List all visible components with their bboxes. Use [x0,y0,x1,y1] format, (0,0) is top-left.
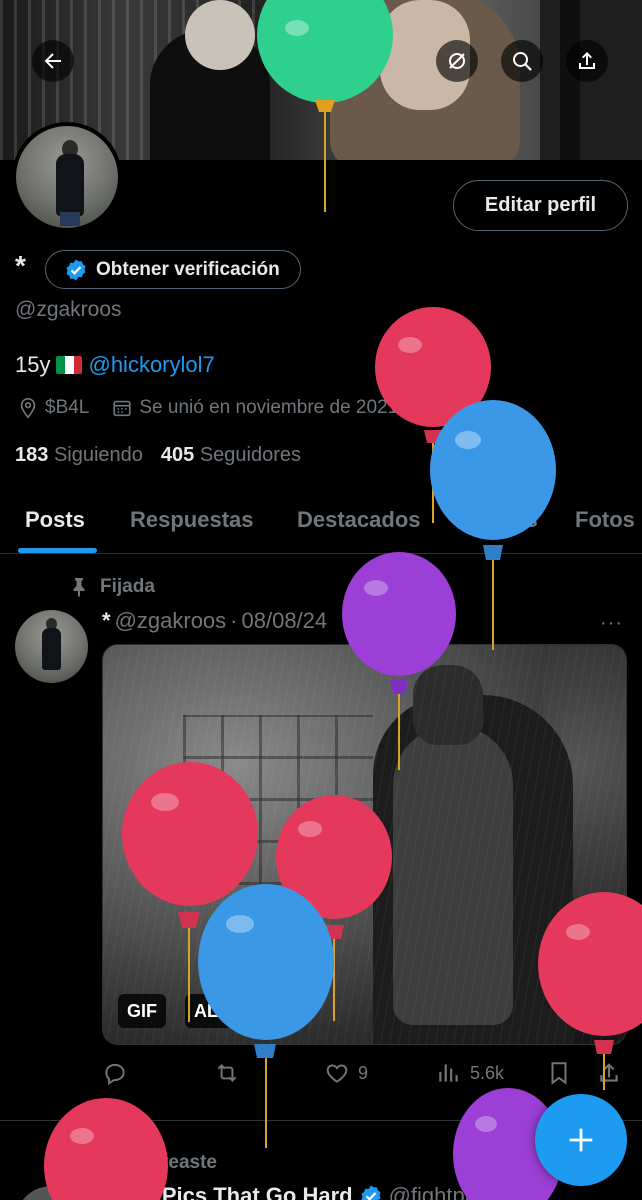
post-header: * @zgakroos · 08/08/24 [102,608,327,634]
next-post-time[interactable]: 1d [511,1183,535,1200]
views-count: 5.6k [470,1062,505,1083]
bio-mention-link[interactable]: @hickorylol7 [88,352,214,378]
verified-badge-icon [66,259,86,280]
next-post-header: Fight Pics That Go Hard @fightpics · 1d [102,1183,535,1200]
following-count: 183 [15,444,49,466]
profile-location: $B4L [45,397,90,418]
next-post-author-name[interactable]: Fight Pics That Go Hard [102,1183,353,1200]
followers-count: 405 [160,444,195,466]
share-icon [600,1063,618,1082]
edit-profile-button[interactable]: Editar perfil [453,180,628,231]
reply-icon [105,1063,125,1086]
banner-figure-head [185,0,255,70]
share-icon [579,52,595,69]
repost-label: Reposteaste [104,1152,217,1173]
profile-handle: @zgakroos [15,298,122,321]
active-tab-indicator [18,548,97,553]
profile-joined-date: Se unió en noviembre de 2021 [139,397,399,418]
search-button[interactable] [501,40,543,82]
tab-videos[interactable]: Videos [466,507,538,533]
search-icon [513,52,532,71]
post-date[interactable]: 08/08/24 [242,608,328,634]
profile-tabs: Posts Respuestas Destacados Videos Fotos [0,488,642,554]
display-name: * [15,250,26,281]
share-button[interactable] [566,40,608,82]
tab-highlights[interactable]: Destacados [297,507,421,533]
compose-post-button[interactable] [535,1094,627,1186]
repost-icon [73,1155,89,1171]
circle-slash-button[interactable] [436,40,478,82]
following-label: Siguiendo [53,444,143,466]
get-verified-label: Obtener verificación [96,258,280,280]
avatar-body [42,628,61,670]
post-author-handle[interactable]: @zgakroos [115,608,227,634]
location-icon [20,398,36,419]
avatar-body [56,154,84,216]
like-count: 9 [358,1062,369,1083]
post-actions: 9 5.6k [102,1060,627,1090]
views-chart-icon [439,1064,458,1082]
banner-wall-shadow [560,0,580,160]
italy-flag-icon [56,356,83,374]
verified-badge-icon [361,1185,381,1200]
repost-icon [217,1064,237,1082]
bio-text: 15y [15,352,51,377]
pinned-label: Fijada [100,576,155,597]
post-separator: · [230,608,238,633]
next-post-avatar[interactable] [15,1186,88,1200]
followers-link[interactable]: 405 Seguidores [161,444,301,467]
avatar-legs [60,212,80,226]
gif-badge: GIF [118,994,166,1028]
get-verified-button[interactable]: Obtener verificación [45,250,301,289]
back-button[interactable] [32,40,74,82]
reply-button[interactable] [102,1060,136,1086]
tab-replies[interactable]: Respuestas [130,507,254,533]
plus-icon [569,1128,593,1152]
repost-indicator: Reposteaste [70,1152,217,1174]
profile-avatar[interactable] [12,122,122,232]
post-author-name[interactable]: * [102,608,111,634]
following-link[interactable]: 183 Siguiendo [15,444,143,467]
tab-photos[interactable]: Fotos [575,507,635,533]
pin-icon [73,578,85,597]
post-more-button[interactable]: ··· [600,612,623,635]
arrow-left-icon [44,53,61,69]
post-media-gif[interactable]: GIF ALT [102,644,627,1045]
profile-meta: $B4L Se unió en noviembre de 2021 [17,397,398,419]
views-button[interactable]: 5.6k [436,1060,504,1086]
bookmark-button[interactable] [546,1060,572,1086]
calendar-icon [113,400,131,417]
tab-posts[interactable]: Posts [25,507,85,533]
profile-stats: 183 Siguiendo 405 Seguidores [15,444,301,467]
post-author-avatar[interactable] [15,610,88,683]
repost-button[interactable] [214,1060,248,1086]
media-rain [103,645,626,1044]
post-share-button[interactable] [596,1060,622,1086]
next-post-author-handle[interactable]: @fightpics [389,1183,492,1200]
alt-badge[interactable]: ALT [185,994,237,1028]
heart-icon [326,1064,348,1083]
like-button[interactable]: 9 [324,1060,368,1086]
followers-label: Seguidores [199,444,302,466]
profile-bio: 15y @hickorylol7 [15,352,215,378]
bookmark-icon [551,1062,567,1085]
circle-slash-icon [449,53,465,69]
pinned-indicator: Fijada [70,576,155,598]
next-post-separator: · [497,1183,505,1200]
